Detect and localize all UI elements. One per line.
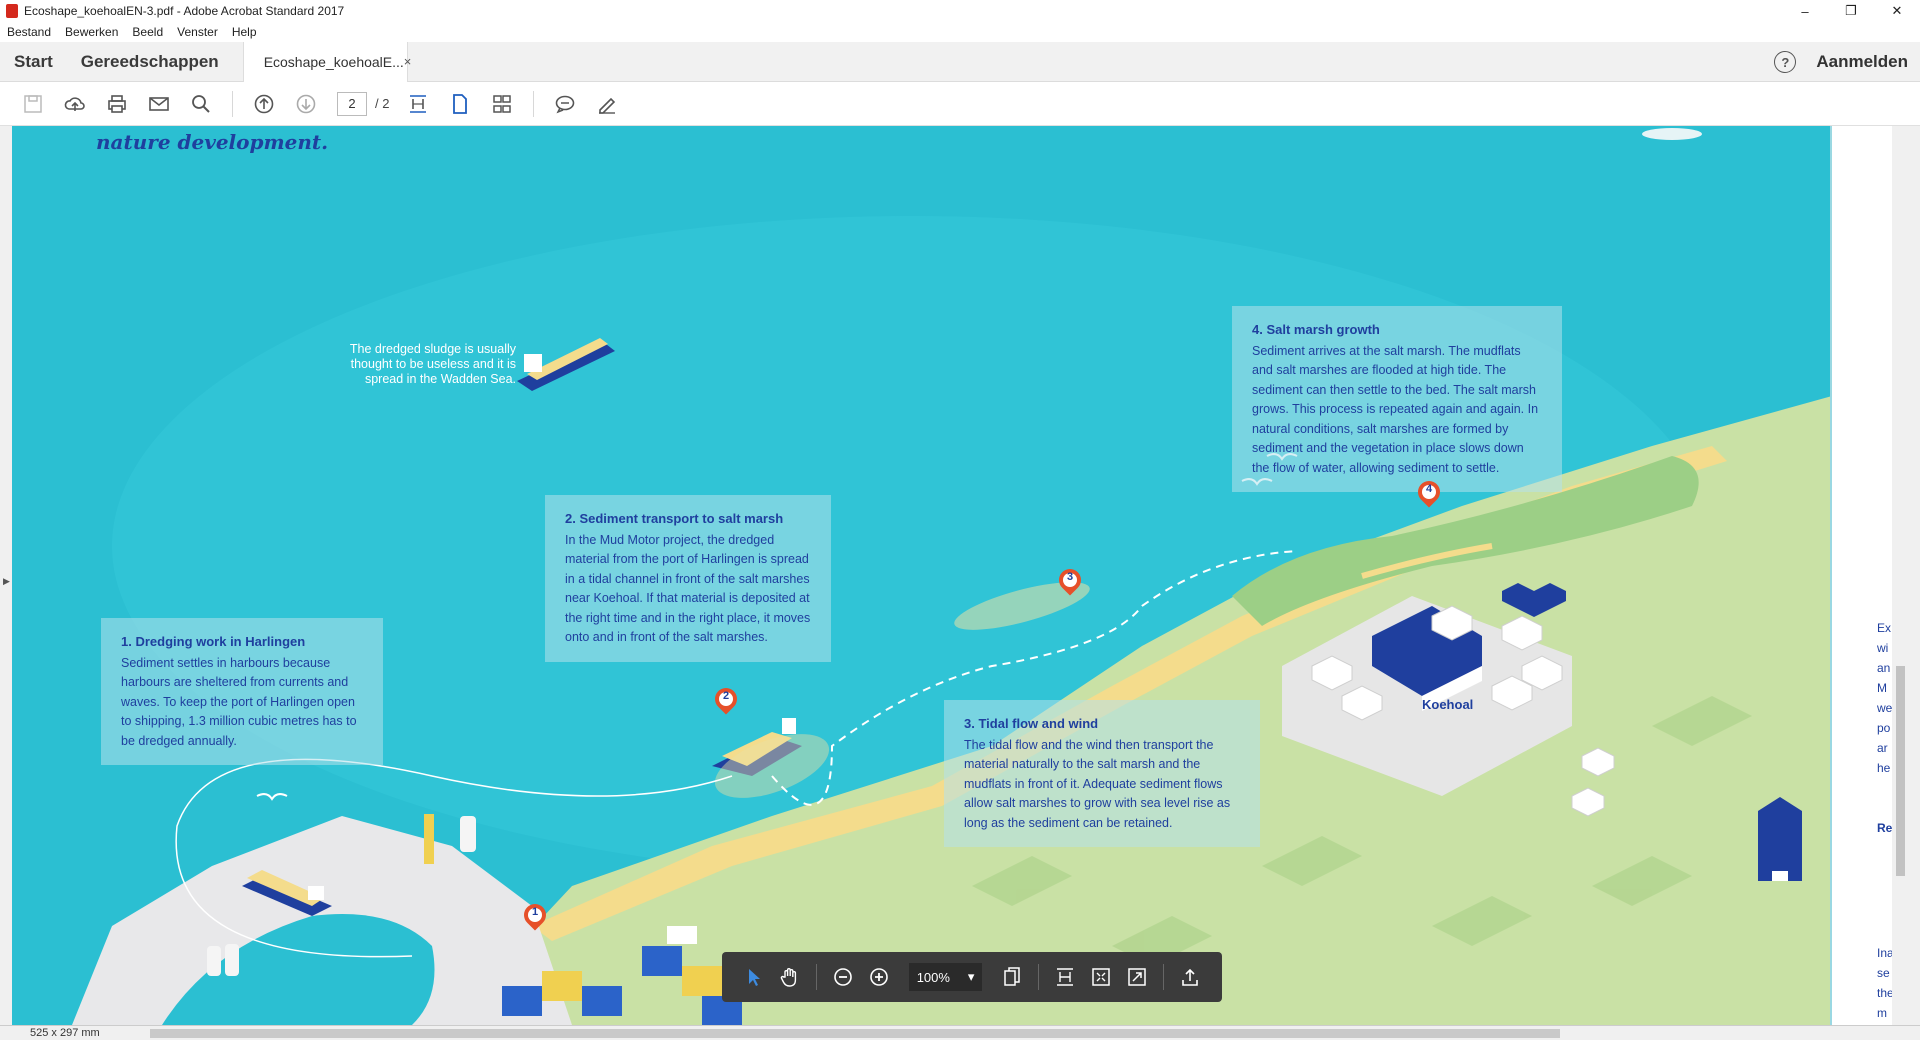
right-panel-toggle[interactable] (1909, 126, 1920, 1025)
marker-1: 1 (519, 899, 551, 934)
toolbar-separator (815, 964, 817, 990)
select-tool-icon[interactable] (740, 962, 768, 992)
menu-window[interactable]: Venster (170, 25, 225, 39)
info-box-dredging: 1. Dredging work in Harlingen Sediment s… (101, 618, 383, 765)
previous-page-icon[interactable] (251, 91, 277, 117)
zoom-level-select[interactable]: 100% ▾ (908, 963, 983, 991)
page-thumbnails-icon[interactable] (998, 962, 1026, 992)
save-icon[interactable] (20, 91, 46, 117)
main-toolbar: 2 / 2 (0, 82, 1920, 126)
title-bar: Ecoshape_koehoalEN-3.pdf - Adobe Acrobat… (0, 0, 1920, 22)
tab-tools[interactable]: Gereedschappen (67, 42, 233, 82)
chevron-down-icon: ▾ (967, 969, 975, 984)
signin-button[interactable]: Aanmelden (1816, 52, 1908, 72)
left-panel-toggle[interactable]: ▶ (0, 126, 12, 1025)
info-box-sediment-transport: 2. Sediment transport to salt marsh In t… (545, 495, 831, 662)
koehoal-label: Koehoal (1422, 697, 1474, 712)
marker-3: 3 (1054, 564, 1086, 599)
sludge-caption: The dredged sludge is usually thought to… (349, 342, 516, 386)
toolbar-separator (1038, 964, 1040, 990)
info-box-body: The tidal flow and the wind then transpo… (964, 737, 1231, 830)
wadden-sea-illustration (12, 126, 1832, 1025)
zoom-out-icon[interactable] (829, 962, 857, 992)
close-tab-icon[interactable]: × (404, 54, 412, 69)
menu-file[interactable]: Bestand (0, 25, 58, 39)
next-page-icon[interactable] (293, 91, 319, 117)
window-title: Ecoshape_koehoalEN-3.pdf - Adobe Acrobat… (24, 4, 345, 18)
menu-help[interactable]: Help (225, 25, 264, 39)
expand-left-panel-icon[interactable]: ▶ (3, 576, 10, 587)
document-viewport[interactable]: ▶ nature development. The dredged sludge… (0, 126, 1920, 1025)
search-icon[interactable] (188, 91, 214, 117)
tab-bar: Start Gereedschappen Ecoshape_koehoalE..… (0, 41, 1920, 82)
info-box-title: 1. Dredging work in Harlingen (121, 634, 306, 649)
info-box-title: 3. Tidal flow and wind (964, 716, 1099, 731)
document-tab-label: Ecoshape_koehoalE... (263, 53, 404, 70)
page-total: / 2 (375, 96, 390, 111)
marker-2: 2 (710, 683, 742, 718)
info-box-title: 4. Salt marsh growth (1252, 322, 1380, 337)
toolbar-separator (533, 90, 535, 117)
page-number-input[interactable]: 2 (337, 91, 367, 116)
acrobat-app-icon (6, 4, 18, 18)
info-box-title: 2. Sediment transport to salt marsh (565, 511, 784, 526)
fit-width-icon[interactable] (1051, 962, 1079, 992)
toolbar-separator (232, 90, 233, 117)
info-box-body: Sediment arrives at the salt marsh. The … (1252, 343, 1539, 475)
horizontal-scrollbar[interactable] (150, 1029, 1560, 1038)
floating-page-tools: 100% ▾ (722, 952, 1222, 1002)
info-box-salt-marsh: 4. Salt marsh growth Sediment arrives at… (1232, 306, 1562, 492)
highlight-pen-icon[interactable] (594, 91, 620, 117)
menu-bar: Bestand Bewerken Beeld Venster Help (0, 22, 1920, 42)
window-controls: – ❐ ✕ (1782, 0, 1920, 22)
toolbar-separator (1163, 964, 1165, 990)
fit-width-icon[interactable] (405, 91, 431, 117)
zoom-level-value: 100% (916, 969, 950, 985)
print-icon[interactable] (104, 91, 130, 117)
pdf-page: nature development. The dredged sludge i… (12, 126, 1832, 1025)
single-page-view-icon[interactable] (447, 91, 473, 117)
marker-4: 4 (1413, 476, 1445, 511)
page-size-label: 525 x 297 mm (30, 1027, 100, 1039)
tab-document[interactable]: Ecoshape_koehoalE... × (242, 41, 411, 82)
tab-start[interactable]: Start (0, 42, 67, 82)
email-icon[interactable] (146, 91, 172, 117)
vertical-scrollbar[interactable] (1892, 126, 1909, 1025)
info-box-body: In the Mud Motor project, the dredged ma… (565, 532, 811, 645)
cloud-upload-icon[interactable] (62, 91, 88, 117)
minimize-button[interactable]: – (1782, 0, 1828, 22)
menu-edit[interactable]: Bewerken (58, 25, 125, 39)
full-screen-icon[interactable] (1123, 962, 1151, 992)
menu-view[interactable]: Beeld (125, 25, 170, 39)
scrolling-mode-icon[interactable] (489, 91, 515, 117)
info-box-tidal-flow: 3. Tidal flow and wind The tidal flow an… (944, 700, 1260, 847)
fit-page-icon[interactable] (1087, 962, 1115, 992)
share-icon[interactable] (1176, 962, 1204, 992)
info-box-body: Sediment settles in harbours because har… (121, 655, 357, 748)
help-icon[interactable]: ? (1774, 51, 1797, 73)
next-page-preview: Ex wi an M we po ar he Re Ina se the m (1832, 126, 1894, 1025)
comment-icon[interactable] (552, 91, 578, 117)
hand-tool-icon[interactable] (776, 962, 804, 992)
close-window-button[interactable]: ✕ (1874, 0, 1920, 22)
status-bar: 525 x 297 mm (0, 1025, 1920, 1040)
restore-button[interactable]: ❐ (1828, 0, 1874, 22)
intro-text-fragment: nature development. (96, 130, 329, 154)
scrollbar-thumb[interactable] (1896, 666, 1905, 876)
zoom-in-icon[interactable] (865, 962, 893, 992)
